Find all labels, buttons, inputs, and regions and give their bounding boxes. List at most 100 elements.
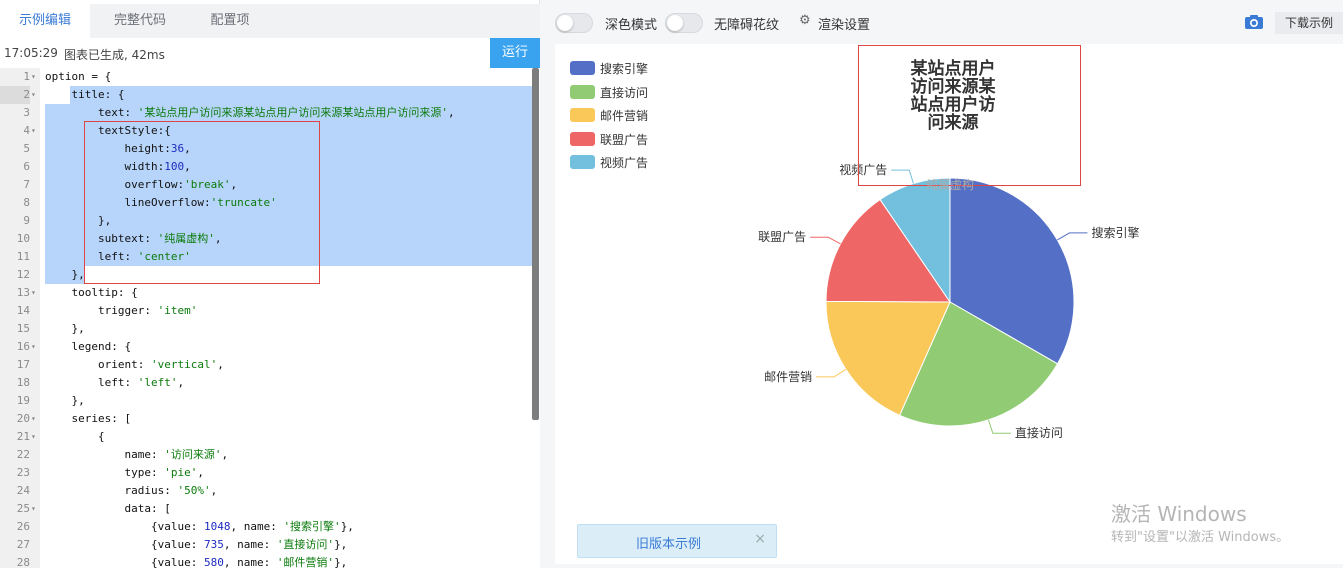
chart-canvas: 搜索引擎 直接访问 邮件营销 联盟广告 视频广告 搜索引擎 直接访问 邮件营销 联盟广告 视频广… <box>555 44 1343 564</box>
label-leader-line <box>810 236 841 245</box>
line-number: 5 <box>23 142 30 155</box>
code-line[interactable]: 1 ▾ option = { <box>0 68 540 86</box>
code-line[interactable]: 17 orient: 'vertical', <box>0 356 540 374</box>
line-number: 6 <box>23 160 30 173</box>
code-line[interactable]: 19 }, <box>0 392 540 410</box>
code-text: left: 'left', <box>45 376 185 389</box>
code-text: series: [ <box>45 412 132 425</box>
legend-swatch <box>570 84 595 99</box>
code-text: orient: 'vertical', <box>45 358 224 371</box>
code-line[interactable]: 26 {value: 1048, name: '搜索引擎'}, <box>0 518 540 536</box>
fold-toggle-icon[interactable]: ▾ <box>31 500 39 518</box>
line-number: 21 <box>16 430 30 443</box>
run-button[interactable]: 运行 <box>490 38 540 68</box>
line-number: 25 <box>16 502 30 515</box>
legend-swatch <box>570 131 595 146</box>
status-time: 17:05:29 <box>4 46 58 60</box>
line-number: 14 <box>16 304 30 317</box>
code-line[interactable]: 16 ▾ legend: { <box>0 338 540 356</box>
line-number: 15 <box>16 322 30 335</box>
old-version-example-button[interactable]: 旧版本示例 × <box>577 524 777 558</box>
line-number: 8 <box>23 196 30 209</box>
code-line[interactable]: 27 {value: 735, name: '直接访问'}, <box>0 536 540 554</box>
code-text: }, <box>45 268 85 281</box>
accessibility-toggle[interactable] <box>665 13 703 33</box>
line-number: 13 <box>16 286 30 299</box>
old-version-label: 旧版本示例 <box>636 537 702 552</box>
code-line[interactable]: 2 ▾ title: { <box>0 86 540 104</box>
app-root: 示例编辑 完整代码 配置项 17:05:29 图表已生成, 42ms 运行 1 ▾… <box>0 0 1343 568</box>
legend-label: 联盟广告 <box>600 132 649 147</box>
line-number: 22 <box>16 448 30 461</box>
chart-title: 某站点用户访问来源某站点用户访问来源 <box>910 59 996 133</box>
slice-label: 联盟广告 <box>758 230 806 244</box>
line-number: 3 <box>23 106 30 119</box>
tab-config[interactable]: 配置项 <box>190 4 270 38</box>
fold-toggle-icon[interactable]: ▾ <box>31 68 39 86</box>
fold-toggle-icon[interactable]: ▾ <box>31 428 39 446</box>
code-line[interactable]: 3 text: '某站点用户访问来源某站点用户访问来源某站点用户访问来源', <box>0 104 540 122</box>
code-line[interactable]: 24 radius: '50%', <box>0 482 540 500</box>
code-line[interactable]: 14 trigger: 'item' <box>0 302 540 320</box>
editor-pane: 示例编辑 完整代码 配置项 17:05:29 图表已生成, 42ms 运行 1 ▾… <box>0 0 540 568</box>
code-text: {value: 1048, name: '搜索引擎'}, <box>45 520 354 533</box>
tab-example-edit[interactable]: 示例编辑 <box>0 4 90 38</box>
render-settings-button[interactable]: 渲染设置 <box>818 14 870 33</box>
code-line[interactable]: 28 {value: 580, name: '邮件营销'}, <box>0 554 540 568</box>
fold-toggle-icon[interactable]: ▾ <box>31 122 39 140</box>
dark-mode-toggle[interactable] <box>555 13 593 33</box>
textstyle-highlight-box <box>84 121 320 284</box>
legend-label: 搜索引擎 <box>600 62 649 76</box>
legend-swatch <box>570 61 595 75</box>
legend-label: 邮件营销 <box>600 109 649 123</box>
code-text: { <box>45 430 105 443</box>
preview-pane: 深色模式 无障碍花纹 ⚙ 渲染设置 下载示例 搜索引擎 直接访问 邮件营销 联盟广告视… <box>541 0 1343 568</box>
line-number: 12 <box>16 268 30 281</box>
code-line[interactable]: 23 type: 'pie', <box>0 464 540 482</box>
code-text: }, <box>45 322 85 335</box>
camera-icon[interactable] <box>1244 14 1264 30</box>
code-line[interactable]: 25 ▾ data: [ <box>0 500 540 518</box>
code-text: radius: '50%', <box>45 484 218 497</box>
code-line[interactable]: 13 ▾ tooltip: { <box>0 284 540 302</box>
editor-tabs: 示例编辑 完整代码 配置项 <box>0 4 540 38</box>
code-line[interactable]: 15 }, <box>0 320 540 338</box>
label-leader-line <box>816 368 847 378</box>
code-text: title: { <box>45 88 125 101</box>
code-line[interactable]: 20 ▾ series: [ <box>0 410 540 428</box>
legend-swatch <box>570 108 595 122</box>
slice-label: 邮件营销 <box>764 370 812 384</box>
line-number: 11 <box>16 250 30 263</box>
label-leader-line <box>987 419 1011 434</box>
code-text: data: [ <box>45 502 171 515</box>
code-text: name: '访问来源', <box>45 448 229 461</box>
code-text: }, <box>45 394 85 407</box>
code-line[interactable]: 22 name: '访问来源', <box>0 446 540 464</box>
windows-watermark-title: 激活 Windows <box>1111 502 1247 526</box>
code-text: text: '某站点用户访问来源某站点用户访问来源某站点用户访问来源', <box>45 106 455 119</box>
line-number: 24 <box>16 484 30 497</box>
line-number: 2 <box>0 86 30 104</box>
legend-label: 视频广告 <box>600 156 649 170</box>
line-number: 7 <box>23 178 30 191</box>
fold-toggle-icon[interactable]: ▾ <box>31 86 39 104</box>
slice-label: 搜索引擎 <box>1091 225 1139 240</box>
preview-toolbar: 深色模式 无障碍花纹 ⚙ 渲染设置 下载示例 <box>541 4 1343 40</box>
fold-toggle-icon[interactable]: ▾ <box>31 284 39 302</box>
code-text: {value: 735, name: '直接访问'}, <box>45 538 348 551</box>
code-editor[interactable]: 1 ▾ option = {2 ▾ title: {3 text: '某站点用户访问来… <box>0 68 540 568</box>
fold-toggle-icon[interactable]: ▾ <box>31 338 39 356</box>
gear-icon[interactable]: ⚙ <box>799 13 811 28</box>
windows-watermark-subtitle: 转到"设置"以激活 Windows。 <box>1111 530 1290 545</box>
line-number: 27 <box>16 538 30 551</box>
code-text: option = { <box>45 70 112 83</box>
code-line[interactable]: 21 ▾ { <box>0 428 540 446</box>
close-icon[interactable]: × <box>754 531 766 547</box>
code-text: type: 'pie', <box>45 466 204 479</box>
editor-scrollbar[interactable] <box>532 68 539 420</box>
line-number: 26 <box>16 520 30 533</box>
fold-toggle-icon[interactable]: ▾ <box>31 410 39 428</box>
download-example-button[interactable]: 下载示例 <box>1275 12 1343 34</box>
code-line[interactable]: 18 left: 'left', <box>0 374 540 392</box>
tab-full-code[interactable]: 完整代码 <box>92 4 188 38</box>
